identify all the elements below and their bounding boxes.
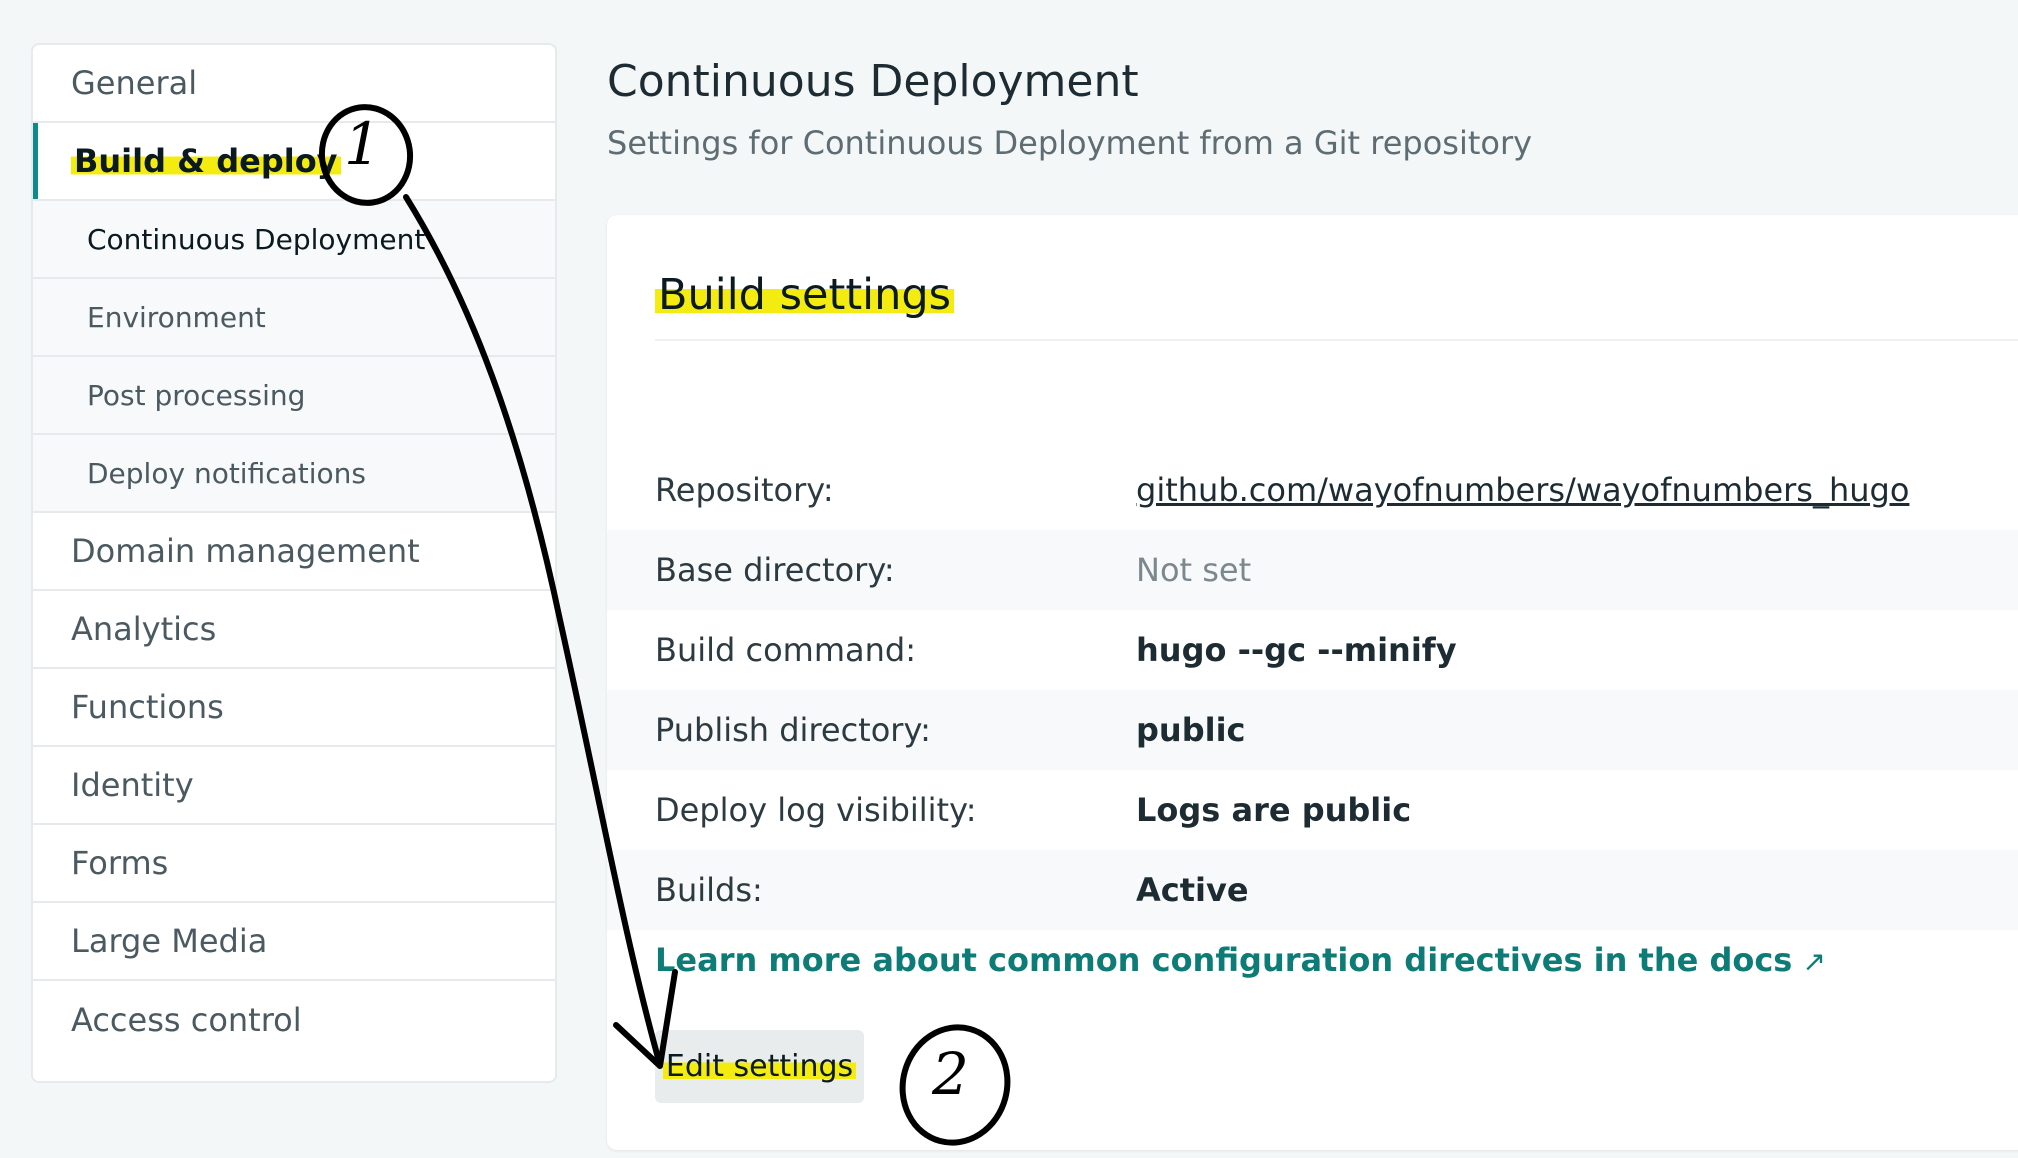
settings-row-base-directory: Base directory: Not set bbox=[607, 530, 2018, 610]
sidebar-item-analytics[interactable]: Analytics bbox=[33, 591, 555, 669]
external-link-icon: ↗ bbox=[1802, 945, 1826, 978]
sidebar-subitem-deploy-notifications[interactable]: Deploy notifications bbox=[33, 435, 555, 513]
sidebar-item-identity[interactable]: Identity bbox=[33, 747, 555, 825]
sidebar-item-large-media[interactable]: Large Media bbox=[33, 903, 555, 981]
sidebar-item-label: Access control bbox=[71, 1001, 302, 1039]
sidebar-item-label: Build & deploy bbox=[71, 142, 341, 180]
settings-row-repository: Repository: github.com/wayofnumbers/wayo… bbox=[607, 450, 2018, 530]
sidebar-item-label: Post processing bbox=[87, 378, 306, 412]
docs-link[interactable]: Learn more about common configuration di… bbox=[655, 941, 1826, 979]
sidebar-item-access-control[interactable]: Access control bbox=[33, 981, 555, 1059]
row-value: Active bbox=[1136, 871, 1249, 909]
sidebar-subitem-continuous-deployment[interactable]: Continuous Deployment bbox=[33, 201, 555, 279]
row-value: public bbox=[1136, 711, 1246, 749]
row-value: Logs are public bbox=[1136, 791, 1412, 829]
row-label: Build command: bbox=[655, 631, 916, 669]
sidebar-item-label: Forms bbox=[71, 844, 169, 882]
edit-settings-button[interactable]: Edit settings bbox=[655, 1030, 864, 1103]
sidebar-subitem-environment[interactable]: Environment bbox=[33, 279, 555, 357]
settings-row-deploy-log-visibility: Deploy log visibility: Logs are public bbox=[607, 770, 2018, 850]
sidebar-item-functions[interactable]: Functions bbox=[33, 669, 555, 747]
row-value: hugo --gc --minify bbox=[1136, 631, 1457, 669]
settings-row-publish-directory: Publish directory: public bbox=[607, 690, 2018, 770]
row-label: Repository: bbox=[655, 471, 834, 509]
row-label: Deploy log visibility: bbox=[655, 791, 977, 829]
row-label: Base directory: bbox=[655, 551, 895, 589]
sidebar-item-label: Analytics bbox=[71, 610, 217, 648]
sidebar-subitem-post-processing[interactable]: Post processing bbox=[33, 357, 555, 435]
sidebar-item-label: Continuous Deployment bbox=[87, 222, 426, 256]
sidebar-item-label: Environment bbox=[87, 300, 266, 334]
settings-sidebar: General Build & deploy Continuous Deploy… bbox=[31, 43, 557, 1083]
row-label: Builds: bbox=[655, 871, 763, 909]
page-subtitle: Settings for Continuous Deployment from … bbox=[607, 124, 1533, 162]
edit-settings-label: Edit settings bbox=[662, 1049, 857, 1084]
card-title: Build settings bbox=[655, 267, 955, 323]
build-settings-card: Build settings Repository: github.com/wa… bbox=[607, 215, 2018, 1150]
sidebar-item-forms[interactable]: Forms bbox=[33, 825, 555, 903]
sidebar-item-label: Identity bbox=[71, 766, 194, 804]
sidebar-item-build-deploy[interactable]: Build & deploy bbox=[33, 123, 555, 201]
page-title: Continuous Deployment bbox=[607, 56, 1139, 107]
sidebar-item-domain-management[interactable]: Domain management bbox=[33, 513, 555, 591]
sidebar-item-label: General bbox=[71, 64, 198, 102]
settings-row-builds: Builds: Active bbox=[607, 850, 2018, 930]
sidebar-item-label: Domain management bbox=[71, 532, 420, 570]
sidebar-item-general[interactable]: General bbox=[33, 45, 555, 123]
sidebar-item-label: Large Media bbox=[71, 922, 268, 960]
settings-row-build-command: Build command: hugo --gc --minify bbox=[607, 610, 2018, 690]
repository-link[interactable]: github.com/wayofnumbers/wayofnumbers_hug… bbox=[1136, 471, 1909, 509]
card-title-text: Build settings bbox=[655, 270, 955, 320]
card-divider bbox=[655, 339, 2018, 341]
step-2-number: 2 bbox=[932, 1040, 969, 1108]
sidebar-item-label: Deploy notifications bbox=[87, 456, 366, 490]
step-1-number: 1 bbox=[344, 110, 381, 178]
sidebar-item-label: Functions bbox=[71, 688, 224, 726]
row-value: Not set bbox=[1136, 551, 1252, 589]
row-label: Publish directory: bbox=[655, 711, 931, 749]
docs-link-text: Learn more about common configuration di… bbox=[655, 941, 1793, 979]
